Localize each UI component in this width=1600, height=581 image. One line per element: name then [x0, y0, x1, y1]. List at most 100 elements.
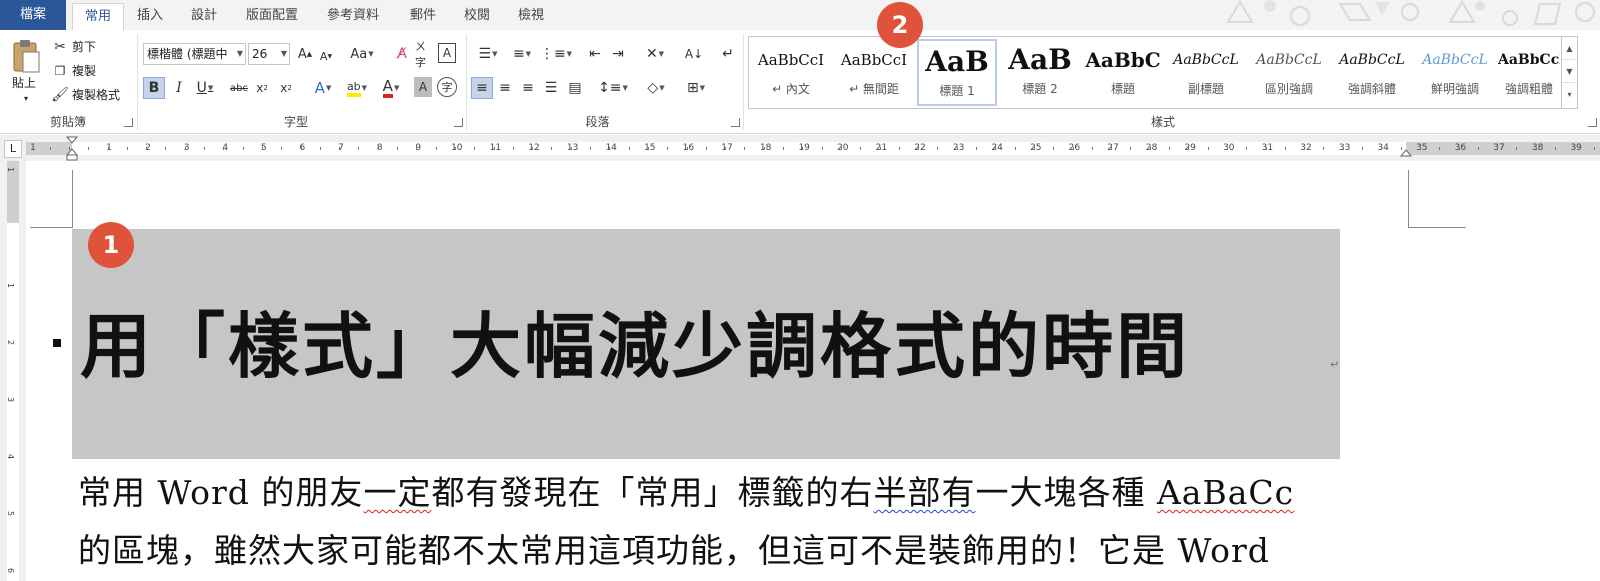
styles-launcher-icon[interactable]: [1588, 118, 1597, 127]
cut-button[interactable]: 剪下: [72, 36, 96, 58]
crop-mark: [30, 227, 72, 228]
increase-indent-icon[interactable]: ⇥: [608, 43, 628, 65]
font-color-icon[interactable]: A ▼: [377, 77, 405, 99]
tab-file[interactable]: 檔案: [0, 0, 66, 30]
text-effects-icon[interactable]: A ▼: [310, 77, 336, 99]
clipboard-launcher-icon[interactable]: [124, 118, 133, 127]
ruler-tick: [1574, 147, 1575, 150]
style-normal[interactable]: AaBbCcI ↵ 內文: [751, 39, 831, 106]
body-text-line-2[interactable]: 的區塊，雖然大家可能都不太常用這項功能，但這可不是裝飾用的！它是 Word: [78, 524, 1270, 572]
style-no-spacing[interactable]: AaBbCcI ↵ 無間距: [834, 39, 914, 106]
ruler-number: 16: [682, 143, 695, 153]
paragraph-launcher-icon[interactable]: [731, 118, 740, 127]
group-divider: [743, 34, 744, 130]
borders-icon[interactable]: ⊞ ▼: [681, 77, 711, 99]
style-subtitle[interactable]: AaBbCcL 副標題: [1166, 39, 1246, 106]
tab-home[interactable]: 常用: [72, 3, 124, 30]
ribbon-tab-bar: 檔案 常用 插入 設計 版面配置 參考資料 郵件 校閱 檢視: [0, 0, 1600, 30]
italic-button[interactable]: I: [170, 77, 188, 99]
grow-font-icon[interactable]: A ▲: [296, 43, 314, 65]
font-size-combobox[interactable]: 26 ▼: [248, 43, 290, 65]
vruler-strip: [7, 161, 19, 581]
justify-button[interactable]: ☰: [541, 77, 561, 99]
ruler-tick: [706, 147, 707, 150]
paste-icon[interactable]: [10, 36, 42, 76]
asian-layout-icon[interactable]: ✕ ▼: [640, 43, 670, 65]
paragraph-group-label: 段落: [585, 115, 610, 129]
body-text-line-1[interactable]: 常用 Word 的朋友一定都有發現在「常用」標籤的右半部有一大塊各種 AaBaC…: [78, 466, 1294, 514]
numbering-icon[interactable]: ≡ ▼: [507, 43, 537, 65]
character-border-icon[interactable]: A: [438, 43, 456, 63]
style-intense-emphasis[interactable]: AaBbCcL 鮮明強調: [1415, 39, 1495, 106]
gallery-scroll-down-icon[interactable]: ▼: [1562, 60, 1577, 83]
tab-mailings[interactable]: 郵件: [410, 3, 436, 30]
line-spacing-icon[interactable]: ↕≡ ▼: [598, 77, 628, 99]
ruler-tick: [88, 147, 89, 150]
phonetic-guide-icon[interactable]: ㄨ字: [415, 40, 433, 69]
align-left-button[interactable]: ≡: [471, 77, 493, 99]
ribbon: 貼上 ▾ ✂ 剪下 ❐ 複製 🖌 複製格式 剪貼簿 標楷體 (標題中 ▼ 26 ▼ …: [0, 30, 1600, 134]
bold-button[interactable]: B: [143, 77, 165, 99]
ruler-tick: [474, 147, 475, 150]
ruler-tick: [494, 147, 495, 150]
align-center-button[interactable]: ≡: [495, 77, 515, 99]
ruler-tick: [1381, 147, 1382, 150]
style-title[interactable]: AaBbC 標題: [1083, 39, 1163, 106]
style-sample: AaBbCcL: [1256, 52, 1322, 68]
sort-icon[interactable]: A↓: [684, 43, 704, 65]
ruler-tick: [1439, 147, 1440, 150]
bullets-icon[interactable]: ☰ ▼: [473, 43, 503, 65]
font-launcher-icon[interactable]: [454, 118, 463, 127]
tab-selector-button[interactable]: L: [4, 140, 22, 158]
document-heading[interactable]: 用「樣式」大幅減少調格式的時間: [80, 298, 1190, 394]
change-case-button[interactable]: Aa ▼: [348, 43, 376, 65]
tab-references[interactable]: 參考資料: [327, 3, 379, 30]
paste-dropdown-icon[interactable]: ▾: [24, 88, 28, 110]
decrease-indent-icon[interactable]: ⇤: [585, 43, 605, 65]
tab-review[interactable]: 校閱: [464, 3, 490, 30]
style-strong[interactable]: AaBbCcl 強調粗體: [1498, 39, 1560, 106]
shrink-font-icon[interactable]: A ▼: [318, 45, 334, 67]
indent-markers-icon[interactable]: [66, 136, 78, 162]
tab-view[interactable]: 檢視: [518, 3, 544, 30]
clear-formatting-icon[interactable]: A̸: [393, 43, 411, 65]
style-heading-2[interactable]: AaB 標題 2: [1000, 39, 1080, 106]
align-right-button[interactable]: ≡: [518, 77, 538, 99]
horizontal-ruler: L 1 1 2 3 4 5 6 7 8 9 10 11 12 13 14 15 16 17 18 19 20 21 22…: [0, 135, 1600, 161]
copy-button[interactable]: 複製: [72, 60, 96, 82]
highlight-color-icon[interactable]: ab ▼: [342, 77, 372, 99]
ruler-number: 11: [489, 143, 502, 153]
ruler-tick: [1188, 147, 1189, 150]
style-subtle-emphasis[interactable]: AaBbCcL 區別強調: [1249, 39, 1329, 106]
gallery-more-icon[interactable]: ▾: [1562, 83, 1577, 106]
strikethrough-button[interactable]: abc: [228, 77, 250, 99]
show-formatting-marks-icon[interactable]: ↵: [718, 43, 738, 65]
format-painter-button[interactable]: 複製格式: [72, 84, 120, 106]
tab-layout[interactable]: 版面配置: [246, 3, 298, 30]
callout-badge-1: 1: [88, 222, 134, 268]
multilevel-list-icon[interactable]: ⋮≡ ▼: [540, 43, 572, 65]
shading-icon[interactable]: ◇ ▼: [641, 77, 671, 99]
distributed-button[interactable]: ▤: [565, 77, 585, 99]
subscript-button[interactable]: x2: [254, 77, 270, 99]
ruler-tick: [1227, 147, 1228, 150]
style-heading-1[interactable]: AaB 標題 1: [917, 39, 997, 106]
ruler-tick: [1169, 147, 1170, 150]
ruler-tick: [937, 147, 938, 150]
tab-design[interactable]: 設計: [191, 3, 217, 30]
ruler-tick: [841, 147, 842, 150]
ruler-tick: [146, 147, 147, 150]
superscript-button[interactable]: x2: [278, 77, 294, 99]
underline-button[interactable]: U ▼: [192, 77, 218, 99]
gallery-scroll-up-icon[interactable]: ▲: [1562, 37, 1577, 60]
crop-mark: [1408, 227, 1466, 228]
font-name-combobox[interactable]: 標楷體 (標題中 ▼: [143, 43, 246, 65]
character-shading-icon[interactable]: A: [414, 77, 432, 97]
ruler-tick: [899, 147, 900, 150]
style-emphasis[interactable]: AaBbCcL 強調斜體: [1332, 39, 1412, 106]
ruler-tick: [165, 147, 166, 150]
ruler-number: 31: [1261, 143, 1274, 153]
enclose-characters-icon[interactable]: 字: [437, 77, 457, 97]
style-sample: AaB: [1008, 43, 1072, 76]
tab-insert[interactable]: 插入: [137, 3, 163, 30]
